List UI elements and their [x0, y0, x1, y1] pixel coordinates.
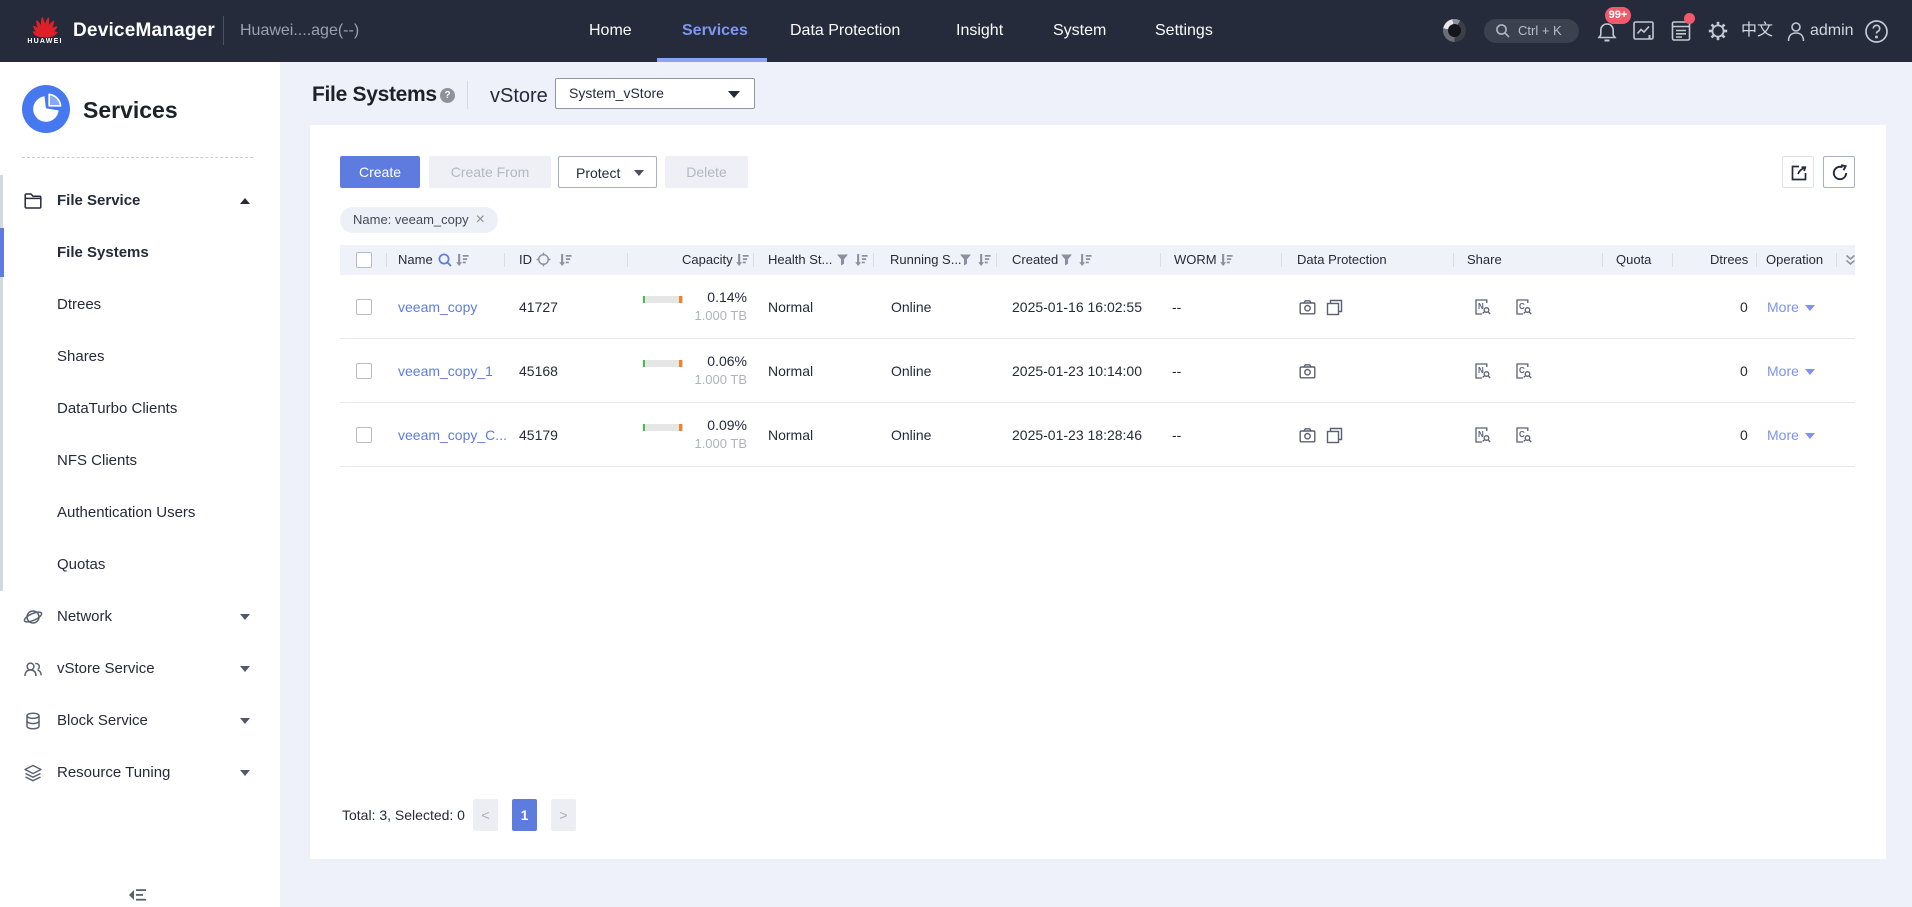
svg-text:N: N [1478, 430, 1484, 439]
svg-text:N: N [1478, 302, 1484, 311]
svg-text:C: C [1519, 430, 1525, 439]
svg-text:C: C [1519, 366, 1525, 375]
svg-text:N: N [1478, 366, 1484, 375]
svg-text:C: C [1519, 302, 1525, 311]
